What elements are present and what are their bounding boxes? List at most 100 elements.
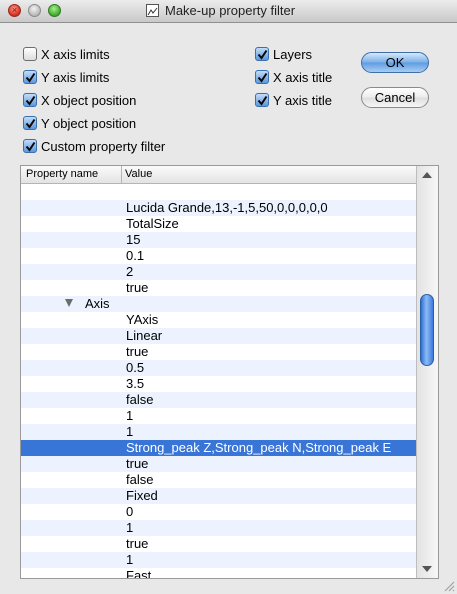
x-object-position-label: X object position: [41, 92, 137, 108]
checkbox-box[interactable]: [23, 47, 37, 61]
y-axis-title-checkbox[interactable]: Y axis title: [255, 91, 332, 109]
table-row[interactable]: Linear: [21, 328, 417, 344]
zoom-window-button[interactable]: [48, 4, 61, 17]
x-axis-title-label: X axis title: [273, 69, 333, 85]
y-axis-limits-checkbox[interactable]: Y axis limits: [23, 68, 109, 86]
scroll-up-arrow-icon[interactable]: [422, 172, 432, 178]
checkmark-icon: [257, 49, 267, 60]
column-divider[interactable]: [121, 166, 122, 183]
close-window-button[interactable]: ×: [8, 4, 21, 17]
x-axis-limits-checkbox[interactable]: X axis limits: [23, 45, 110, 63]
table-row[interactable]: true: [21, 536, 417, 552]
checkmark-icon: [257, 72, 267, 83]
checkmark-icon: [25, 95, 35, 106]
cancel-button[interactable]: Cancel: [361, 87, 429, 108]
value-cell: 2: [126, 264, 134, 279]
value-cell: 1: [126, 424, 134, 439]
table-row[interactable]: 15: [21, 232, 417, 248]
resize-grip-icon[interactable]: [443, 580, 455, 592]
checkbox-box[interactable]: [23, 70, 37, 84]
layers-checkbox[interactable]: Layers: [255, 45, 312, 63]
scroll-down-arrow-icon[interactable]: [422, 566, 432, 572]
table-row[interactable]: 1: [21, 520, 417, 536]
value-cell: false: [126, 472, 154, 487]
disclosure-triangle-icon[interactable]: [65, 299, 73, 307]
window-title: Make-up property filter: [165, 3, 296, 18]
layers-label: Layers: [273, 46, 313, 62]
value-cell: 1: [126, 408, 134, 423]
value-cell: 1: [126, 552, 134, 567]
value-cell: false: [126, 392, 154, 407]
value-cell: Lucida Grande,13,-1,5,50,0,0,0,0,0: [126, 200, 328, 215]
value-cell: TotalSize: [126, 216, 179, 231]
checkmark-icon: [25, 72, 35, 83]
y-axis-limits-label: Y axis limits: [41, 69, 110, 85]
vertical-scrollbar[interactable]: [416, 166, 438, 578]
value-cell: 0.1: [126, 248, 145, 263]
table-row[interactable]: 0: [21, 504, 417, 520]
table-row[interactable]: true: [21, 456, 417, 472]
x-axis-title-checkbox[interactable]: X axis title: [255, 68, 332, 86]
table-row[interactable]: Lucida Grande,13,-1,5,50,0,0,0,0,0: [21, 200, 417, 216]
scroll-thumb[interactable]: [420, 294, 434, 366]
table-body: Lucida Grande,13,-1,5,50,0,0,0,0,0 TotalS…: [21, 184, 417, 579]
value-cell: 0.5: [126, 360, 145, 375]
checkbox-box[interactable]: [23, 139, 37, 153]
value-cell: 1: [126, 520, 134, 535]
y-axis-title-label: Y axis title: [273, 92, 333, 108]
value-cell: 15: [126, 232, 141, 247]
checkbox-box[interactable]: [23, 93, 37, 107]
value-cell: YAxis: [126, 312, 159, 327]
value-cell: true: [126, 344, 149, 359]
title-bar: × Make-up property filter: [0, 0, 457, 23]
custom-property-filter-label: Custom property filter: [41, 138, 166, 154]
table-row[interactable]: 2: [21, 264, 417, 280]
column-header-value[interactable]: Value: [125, 168, 152, 180]
table-row[interactable]: 0.5: [21, 360, 417, 376]
y-object-position-label: Y object position: [41, 115, 137, 131]
property-table: Property name Value Lucida Grande,13,-1,…: [20, 165, 439, 579]
minimize-window-button[interactable]: [28, 4, 41, 17]
table-row[interactable]: 1: [21, 408, 417, 424]
table-row[interactable]: Axis: [21, 296, 417, 312]
table-row[interactable]: 1: [21, 424, 417, 440]
table-row[interactable]: false: [21, 472, 417, 488]
table-row[interactable]: Fast: [21, 568, 417, 579]
checkbox-box[interactable]: [255, 93, 269, 107]
value-cell: true: [126, 536, 149, 551]
value-cell: Fixed: [126, 488, 158, 503]
value-cell: true: [126, 280, 149, 295]
table-row[interactable]: TotalSize: [21, 216, 417, 232]
property-name-cell: Axis: [85, 296, 110, 311]
column-header-property-name[interactable]: Property name: [26, 168, 98, 180]
x-object-position-checkbox[interactable]: X object position: [23, 91, 136, 109]
table-row[interactable]: true: [21, 344, 417, 360]
table-row[interactable]: 1: [21, 552, 417, 568]
table-row[interactable]: 0.1: [21, 248, 417, 264]
checkmark-icon: [257, 95, 267, 106]
y-object-position-checkbox[interactable]: Y object position: [23, 114, 136, 132]
checkbox-box[interactable]: [255, 47, 269, 61]
checkmark-icon: [25, 141, 35, 152]
custom-property-filter-checkbox[interactable]: Custom property filter: [23, 137, 165, 155]
table-row[interactable]: [21, 184, 417, 200]
checkmark-icon: [25, 118, 35, 129]
window-icon: [146, 4, 159, 17]
table-row[interactable]: 3.5: [21, 376, 417, 392]
checkbox-box[interactable]: [23, 116, 37, 130]
value-cell: Strong_peak Z,Strong_peak N,Strong_peak …: [126, 440, 392, 455]
table-row[interactable]: true: [21, 280, 417, 296]
ok-button[interactable]: OK: [361, 52, 429, 73]
table-row[interactable]: YAxis: [21, 312, 417, 328]
value-cell: true: [126, 456, 149, 471]
value-cell: 0: [126, 504, 134, 519]
table-row[interactable]: false: [21, 392, 417, 408]
table-row[interactable]: Strong_peak Z,Strong_peak N,Strong_peak …: [21, 440, 417, 456]
value-cell: 3.5: [126, 376, 145, 391]
x-axis-limits-label: X axis limits: [41, 46, 110, 62]
table-header: Property name Value: [21, 166, 417, 184]
value-cell: Linear: [126, 328, 163, 343]
checkbox-box[interactable]: [255, 70, 269, 84]
table-row[interactable]: Fixed: [21, 488, 417, 504]
value-cell: Fast: [126, 568, 152, 579]
